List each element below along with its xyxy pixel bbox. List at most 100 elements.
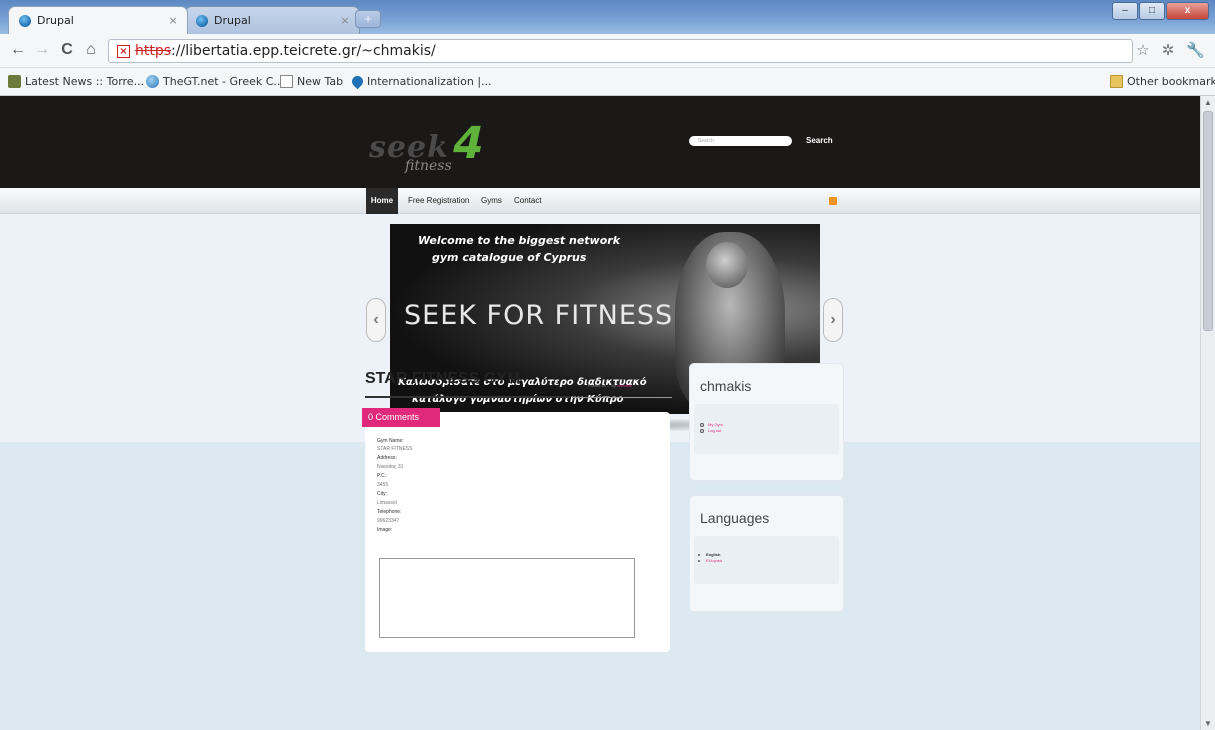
folder-icon — [1110, 75, 1123, 88]
bookmark-latest-news[interactable]: Latest News :: Torre... — [8, 75, 144, 88]
user-block: chmakis My Gym Log out — [689, 363, 844, 481]
field-label-gym-name: Gym Name: — [377, 438, 404, 444]
my-gym-link[interactable]: My Gym — [708, 422, 723, 427]
logo-sub: fitness — [405, 158, 452, 174]
user-block-links: My Gym Log out — [694, 404, 839, 454]
bullet-icon — [700, 423, 704, 427]
scroll-up-icon[interactable]: ▲ — [1204, 98, 1212, 107]
slide-caption-line2: gym catalogue of Cyprus — [432, 251, 587, 264]
languages-list: English Ελληνικά — [694, 536, 839, 584]
menu-item-home[interactable]: Home — [366, 188, 398, 214]
star-icon[interactable]: ☆ — [1136, 41, 1149, 59]
gym-image-box — [379, 558, 635, 638]
comments-badge[interactable]: 0 Comments — [362, 408, 440, 427]
logo-digit: 4 — [447, 118, 490, 169]
user-block-title: chmakis — [700, 378, 752, 394]
menu-item-contact[interactable]: Contact — [514, 193, 542, 209]
athlete-head — [706, 242, 748, 288]
wrench-icon[interactable]: 🔧 — [1186, 41, 1205, 59]
field-label-telephone: Telephone: — [377, 509, 402, 515]
url-scheme: https — [135, 43, 172, 59]
title-bar: Drupal × Drupal × + – □ x — [0, 0, 1215, 34]
bookmark-label: Internationalization |... — [367, 75, 492, 88]
other-bookmarks-label: Other bookmarks — [1127, 75, 1215, 88]
bookmark-label: Latest News :: Torre... — [25, 75, 145, 88]
maximize-button[interactable]: □ — [1139, 2, 1165, 20]
field-label-image: Image: — [377, 527, 393, 533]
minimize-button[interactable]: – — [1112, 2, 1138, 20]
post-author-link[interactable]: chmakis — [617, 383, 632, 388]
bookmark-new-tab[interactable]: New Tab — [280, 75, 343, 88]
scroll-down-icon[interactable]: ▼ — [1204, 719, 1212, 728]
seek4fitness-logo[interactable]: seek 4 fitness — [369, 118, 509, 181]
drupal-icon — [349, 73, 366, 90]
back-button[interactable]: ← — [8, 41, 28, 59]
new-tab-button[interactable]: + — [355, 10, 381, 28]
field-label-pc: P.C.: — [377, 473, 388, 479]
drupal-icon — [19, 14, 31, 27]
bookmark-label: New Tab — [297, 75, 344, 88]
tab-drupal-active[interactable]: Drupal × — [8, 6, 188, 34]
field-label-address: Address: — [377, 455, 397, 461]
language-english[interactable]: English — [706, 552, 720, 557]
field-label-city: City: — [377, 491, 387, 497]
post-title[interactable]: STAR FITNESS GYM — [365, 370, 520, 388]
reload-button[interactable]: C — [57, 41, 77, 59]
globe-icon — [146, 75, 159, 88]
field-value-telephone: 99623347 — [377, 518, 400, 524]
post-meta: Posted on ... by chmakis — [588, 383, 632, 388]
page-viewport: seek 4 fitness Search Search Home Free R… — [0, 96, 1200, 730]
field-value-city: Limassol — [377, 500, 397, 506]
toolbar-actions: ☆ ✲ 🔧 — [1136, 41, 1205, 59]
field-value-pc: 3455 — [377, 482, 389, 488]
window-controls: – □ x — [1112, 2, 1209, 20]
languages-block-title: Languages — [700, 510, 770, 526]
close-tab-icon[interactable]: × — [337, 14, 353, 27]
tab-label: Drupal — [214, 14, 251, 27]
news-icon — [8, 75, 21, 88]
site-search-button[interactable]: Search — [806, 136, 833, 145]
home-button[interactable]: ⌂ — [81, 41, 101, 59]
forward-button[interactable]: → — [32, 41, 52, 59]
close-window-button[interactable]: x — [1166, 2, 1209, 20]
site-search-input[interactable]: Search — [689, 136, 792, 146]
meta-divider — [572, 397, 672, 398]
browser-window: Drupal × Drupal × + – □ x ← → C ⌂ × http… — [0, 0, 1215, 730]
other-bookmarks[interactable]: Other bookmarks — [1110, 75, 1215, 88]
bookmark-thegt[interactable]: TheGT.net - Greek C... — [146, 75, 284, 88]
slide-title: SEEK FOR FITNESS — [404, 300, 674, 331]
tab-drupal-inactive[interactable]: Drupal × — [185, 6, 360, 34]
slide-next-button[interactable]: › — [823, 298, 843, 342]
drupal-icon — [196, 14, 208, 27]
menu-item-free-registration[interactable]: Free Registration — [408, 193, 469, 209]
bookmark-internationalization[interactable]: Internationalization |... — [349, 73, 492, 90]
tab-label: Drupal — [37, 14, 74, 27]
url-rest: ://libertatia.epp.teicrete.gr/~chmakis/ — [171, 43, 436, 59]
close-tab-icon[interactable]: × — [165, 14, 181, 27]
bullet-icon — [698, 560, 700, 562]
main-menu: Home Free Registration Gyms Contact — [0, 188, 1200, 214]
post-meta-prefix: Posted on ... by — [588, 383, 616, 388]
page-icon — [280, 75, 293, 88]
vertical-scrollbar[interactable]: ▲ ▼ — [1200, 96, 1215, 730]
extension-icon[interactable]: ✲ — [1162, 41, 1175, 59]
field-value-address: Νικοσίας 31 — [377, 464, 404, 470]
address-bar[interactable]: × https ://libertatia.epp.teicrete.gr/~c… — [108, 39, 1133, 63]
scroll-thumb[interactable] — [1203, 111, 1213, 331]
slide-caption-line1: Welcome to the biggest network — [418, 234, 621, 247]
languages-block: Languages English Ελληνικά — [689, 495, 844, 612]
bookmark-label: TheGT.net - Greek C... — [163, 75, 284, 88]
bullet-icon — [700, 429, 704, 433]
log-out-link[interactable]: Log out — [708, 428, 721, 433]
menu-item-gyms[interactable]: Gyms — [481, 193, 502, 209]
language-greek[interactable]: Ελληνικά — [706, 558, 722, 563]
bullet-icon — [698, 554, 700, 556]
slide-prev-button[interactable]: ‹ — [366, 298, 386, 342]
field-value-gym-name: STAR FITNESS — [377, 446, 413, 452]
broken-lock-icon[interactable]: × — [117, 44, 130, 58]
bookmarks-bar: Latest News :: Torre... TheGT.net - Gree… — [0, 68, 1215, 96]
title-divider — [365, 396, 570, 398]
rss-icon[interactable] — [829, 197, 837, 205]
site-header: seek 4 fitness Search Search — [0, 96, 1200, 188]
browser-toolbar: ← → C ⌂ × https ://libertatia.epp.teicre… — [0, 34, 1215, 68]
